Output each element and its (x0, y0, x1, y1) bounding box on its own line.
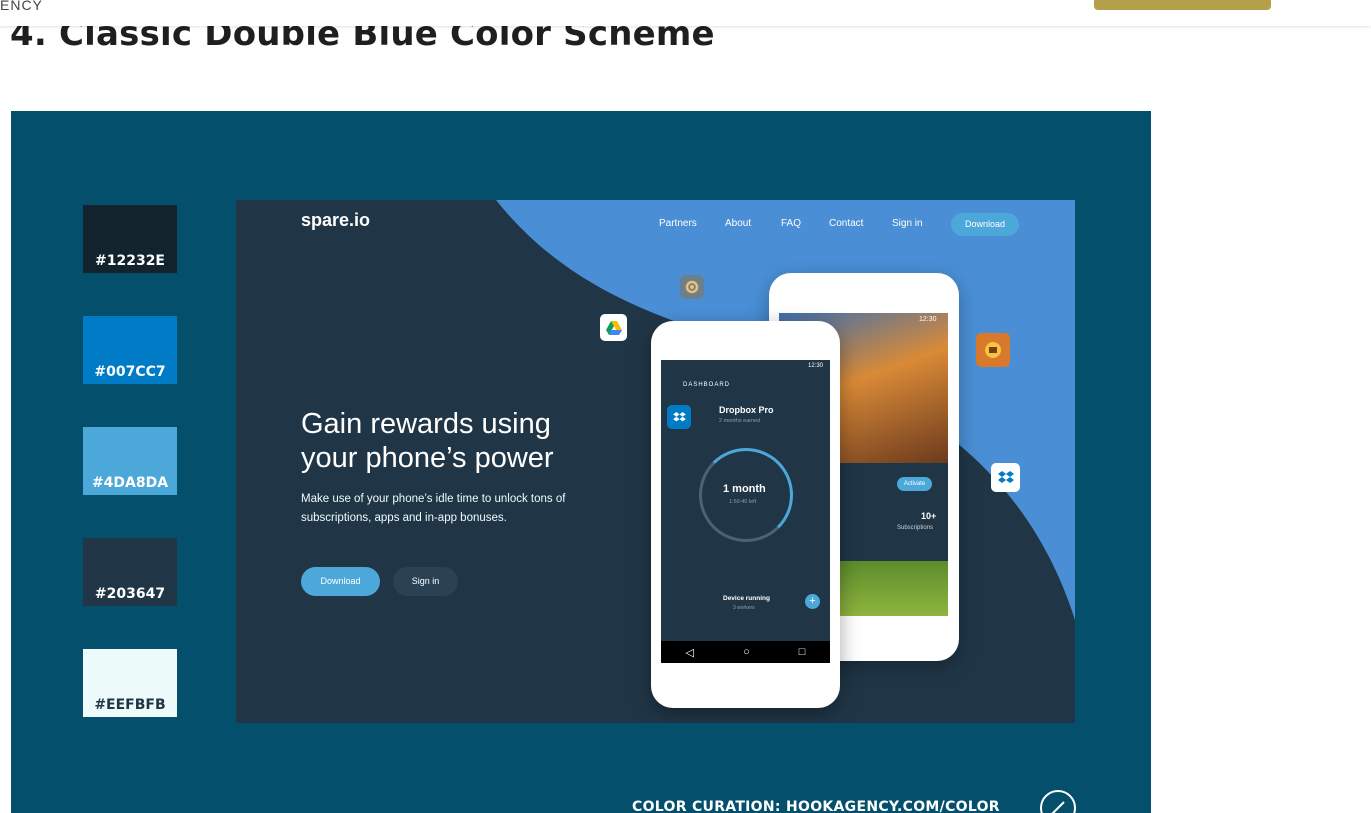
swatch-4da8da: #4DA8DA (83, 427, 177, 495)
back-icon: ◁ (685, 646, 694, 659)
home-icon: ○ (743, 646, 750, 658)
mockup-sign-in-button: Sign in (393, 567, 458, 596)
add-icon: + (805, 594, 820, 609)
swatch-label: #EEFBFB (94, 697, 166, 713)
swatch-label: #203647 (94, 586, 166, 602)
stat-value: 10+ (921, 511, 937, 521)
status-time: 12:30 (808, 363, 824, 369)
mockup-nav-partners: Partners (659, 218, 697, 229)
mockup-logo: spare.io (301, 210, 371, 230)
mockup-hero-subtitle: Make use of your phone’s idle time to un… (301, 493, 566, 524)
color-curation-credit: COLOR CURATION: HOOKAGENCY.COM/COLOR (632, 799, 1000, 813)
swatch-eefbfb: #EEFBFB (83, 649, 177, 717)
recents-icon: □ (798, 646, 806, 658)
ring-value: 1 month (723, 483, 766, 495)
app-sub: 2 months earned (719, 418, 761, 424)
dropbox-icon (991, 463, 1020, 492)
website-mockup: spare.io Partners About FAQ Contact Sign… (236, 200, 1075, 723)
mockup-nav-faq: FAQ (781, 218, 802, 229)
mockup-nav-contact: Contact (829, 218, 864, 229)
mockup-hero-title: Gain rewards using your phone’s power (301, 408, 554, 474)
device-status: Device running (723, 595, 770, 602)
ring-sub: 1:50:40 left (729, 499, 757, 505)
dashboard-label: DASHBOARD (683, 382, 731, 388)
swatch-label: #007CC7 (94, 364, 166, 380)
dropbox-icon (667, 405, 691, 429)
clash-of-clans-icon (976, 333, 1010, 367)
header-cta-button[interactable] (1094, 0, 1271, 10)
status-time: 12:30 (919, 316, 937, 323)
google-drive-icon (600, 314, 627, 341)
brand-logo-text[interactable]: ENCY (0, 0, 43, 13)
android-nav-bar: ◁ ○ □ (661, 641, 830, 663)
mockup-nav-download: Download (951, 213, 1019, 236)
site-header: ENCY (0, 0, 1371, 26)
stat-label: Subscriptions (897, 525, 934, 531)
mockup-nav-about: About (725, 218, 752, 229)
gear-icon (680, 275, 704, 299)
swatch-label: #12232E (95, 253, 165, 269)
app-name: Dropbox Pro (719, 405, 774, 415)
swatch-label: #4DA8DA (91, 475, 169, 491)
mockup-download-button: Download (301, 567, 380, 596)
phone-front-mockup: 12:30 DASHBOARD Dropbox Pro 2 months ear… (651, 321, 840, 708)
swatch-12232e: #12232E (83, 205, 177, 273)
phone-front-screen: 12:30 DASHBOARD Dropbox Pro 2 months ear… (661, 360, 830, 663)
progress-ring (699, 448, 793, 542)
swatch-203647: #203647 (83, 538, 177, 606)
swatch-007cc7: #007CC7 (83, 316, 177, 384)
pencil-icon (1040, 790, 1076, 813)
mockup-nav-sign-in: Sign in (892, 218, 923, 229)
color-scheme-card: #12232E #007CC7 #4DA8DA #203647 #EEFBFB … (11, 111, 1151, 813)
device-sub: 3 workers (733, 605, 755, 611)
activate-button: Activate (897, 477, 932, 491)
